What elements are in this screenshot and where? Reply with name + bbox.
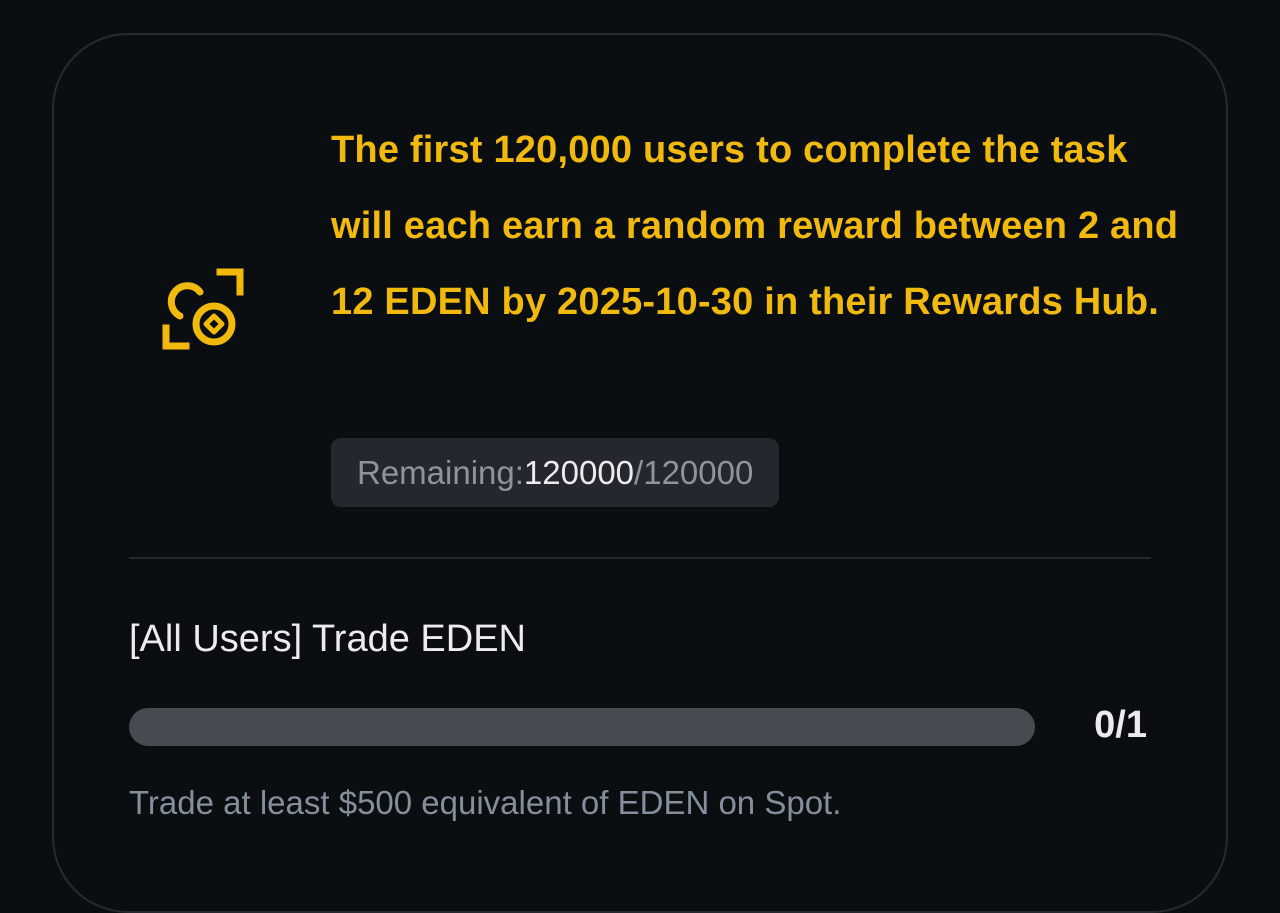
reward-description: The first 120,000 users to complete the … [331, 129, 1179, 323]
task-description: Trade at least $500 equivalent of EDEN o… [129, 784, 842, 821]
task-title: [All Users] Trade EDEN [129, 618, 526, 660]
coin-scan-icon [162, 268, 244, 350]
task-progress-bar [129, 708, 1035, 746]
remaining-label: Remaining: [357, 453, 524, 491]
remaining-badge: Remaining: 120000/120000 [331, 438, 780, 507]
divider [129, 557, 1151, 559]
remaining-current: 120000 [523, 453, 635, 491]
remaining-total: /120000 [634, 453, 754, 491]
task-progress-count: 0/1 [1094, 704, 1147, 746]
